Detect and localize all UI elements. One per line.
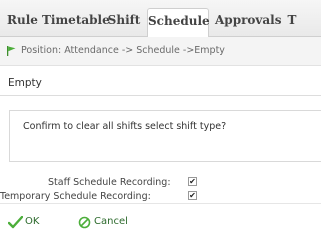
breadcrumb-text: Position: Attendance -> Schedule ->Empty	[21, 45, 225, 56]
tab-schedule[interactable]: Schedule	[147, 8, 210, 38]
confirm-message: Confirm to clear all shifts select shift…	[23, 121, 227, 132]
tab-approvals[interactable]: Approvals	[215, 8, 281, 37]
page-title: Empty	[8, 77, 42, 89]
tab-rule[interactable]: Rule	[7, 8, 38, 37]
temporary-schedule-label: Temporary Schedule Recording:	[0, 191, 151, 202]
cancel-label: Cancel	[94, 216, 128, 227]
tab-bar: Rule Timetable Shift Schedule Approvals …	[0, 0, 321, 38]
tab-timetable[interactable]: Timetable	[42, 8, 110, 37]
flag-icon	[7, 46, 16, 56]
check-icon	[8, 216, 23, 229]
divider	[0, 95, 321, 96]
ok-button[interactable]: OK	[8, 216, 48, 230]
staff-schedule-checkbox[interactable]: ✔	[188, 177, 197, 186]
ok-label: OK	[25, 216, 40, 227]
cancel-button[interactable]: Cancel	[78, 216, 138, 230]
tab-shift[interactable]: Shift	[107, 8, 141, 37]
tab-truncated[interactable]: T	[285, 8, 299, 37]
staff-schedule-label: Staff Schedule Recording:	[48, 177, 171, 188]
breadcrumb: Position: Attendance -> Schedule ->Empty	[0, 37, 321, 66]
message-box: Confirm to clear all shifts select shift…	[9, 110, 321, 162]
cancel-icon	[78, 216, 91, 229]
temporary-schedule-checkbox[interactable]: ✔	[188, 191, 197, 200]
divider	[0, 203, 321, 204]
